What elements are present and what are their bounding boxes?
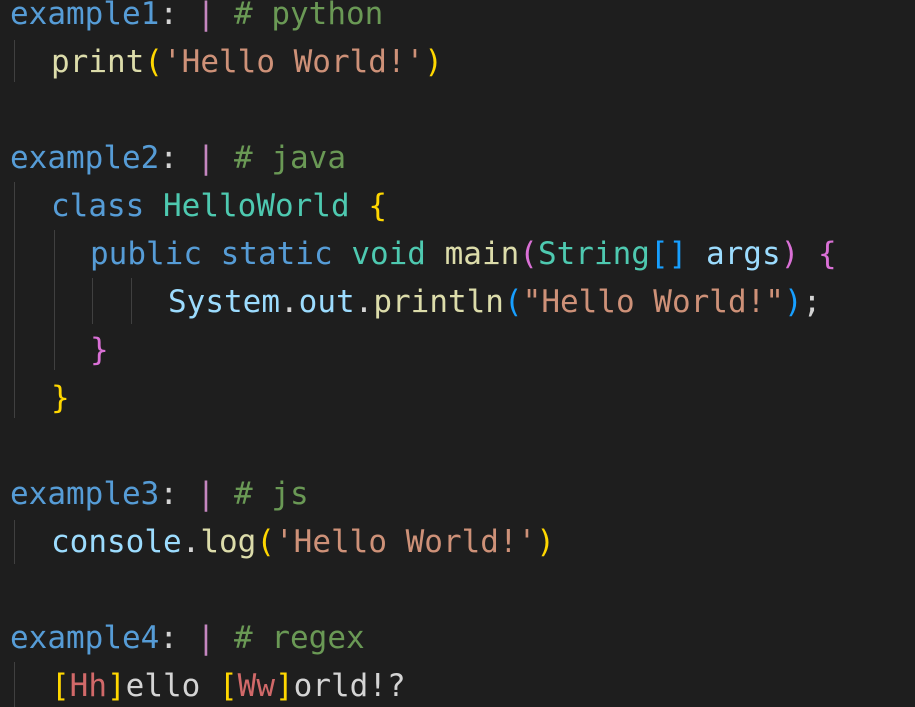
regex-char-class: Ww bbox=[237, 668, 275, 704]
regex-char-class: Hh bbox=[69, 668, 107, 704]
dot: . bbox=[279, 284, 299, 320]
bracket: { bbox=[368, 188, 387, 224]
identifier: System bbox=[168, 284, 280, 320]
code-comment: # python bbox=[234, 0, 384, 32]
type-name: String bbox=[537, 236, 650, 272]
yaml-key: example3 bbox=[10, 476, 160, 512]
string-literal: 'Hello World!' bbox=[275, 524, 537, 560]
yaml-key: example2 bbox=[10, 140, 160, 176]
identifier: console bbox=[51, 524, 182, 560]
yaml-colon: : bbox=[159, 620, 178, 656]
class-name: HelloWorld bbox=[163, 188, 350, 224]
yaml-key: example4 bbox=[10, 620, 160, 656]
keyword: public static bbox=[90, 236, 333, 272]
code-comment: # regex bbox=[234, 620, 365, 656]
code-line-example2-method-close[interactable]: } bbox=[10, 326, 109, 374]
yaml-colon: : bbox=[159, 0, 178, 32]
bracket: ( bbox=[144, 44, 163, 80]
bracket: [ bbox=[219, 668, 238, 704]
yaml-colon: : bbox=[159, 140, 178, 176]
bracket: } bbox=[51, 380, 70, 416]
yaml-key: example1 bbox=[10, 0, 160, 32]
string-literal: 'Hello World!' bbox=[163, 44, 425, 80]
bracket: ] bbox=[275, 668, 294, 704]
function-name: print bbox=[51, 44, 145, 80]
function-name: main bbox=[444, 236, 520, 272]
bracket: ] bbox=[107, 668, 126, 704]
code-line-example2-class[interactable]: class HelloWorld { bbox=[10, 182, 387, 230]
code-line-example4-key[interactable]: example4: | # regex bbox=[10, 614, 365, 662]
bracket: ) bbox=[780, 236, 800, 272]
yaml-block-pipe: | bbox=[196, 476, 216, 512]
keyword: void bbox=[351, 236, 426, 272]
bracket: [ bbox=[51, 668, 70, 704]
dot: . bbox=[354, 284, 374, 320]
code-editor[interactable]: example1: | # python print('Hello World!… bbox=[0, 0, 915, 707]
function-name: log bbox=[200, 524, 257, 560]
code-line-example3-body[interactable]: console.log('Hello World!') bbox=[10, 518, 555, 566]
yaml-colon: : bbox=[159, 476, 178, 512]
keyword: class bbox=[51, 188, 145, 224]
code-line-example1-body[interactable]: print('Hello World!') bbox=[10, 38, 443, 86]
code-line-example2-statement[interactable]: System.out.println("Hello World!"); bbox=[10, 278, 821, 326]
yaml-block-pipe: | bbox=[196, 0, 216, 32]
dot: . bbox=[181, 524, 201, 560]
bracket: ( bbox=[256, 524, 275, 560]
regex-text: orld!? bbox=[293, 668, 406, 704]
code-line-example4-body[interactable]: [Hh]ello [Ww]orld!? bbox=[10, 662, 406, 707]
bracket: } bbox=[90, 332, 109, 368]
bracket: ) bbox=[536, 524, 555, 560]
parameter-name: args bbox=[705, 236, 781, 272]
code-line-example2-method[interactable]: public static void main(String[] args) { bbox=[10, 230, 837, 278]
bracket: [] bbox=[649, 236, 688, 272]
bracket: ) bbox=[424, 44, 443, 80]
string-literal: "Hello World!" bbox=[522, 284, 784, 320]
code-line-example1-key[interactable]: example1: | # python bbox=[10, 0, 383, 38]
identifier: out bbox=[298, 284, 355, 320]
function-name: println bbox=[373, 284, 504, 320]
bracket: ( bbox=[503, 284, 523, 320]
bracket: { bbox=[817, 236, 837, 272]
code-comment: # js bbox=[234, 476, 309, 512]
semicolon: ; bbox=[802, 284, 822, 320]
code-comment: # java bbox=[234, 140, 346, 176]
yaml-block-pipe: | bbox=[196, 620, 216, 656]
code-line-example3-key[interactable]: example3: | # js bbox=[10, 470, 309, 518]
code-line-example2-class-close[interactable]: } bbox=[10, 374, 70, 422]
regex-text: ello bbox=[125, 668, 219, 704]
yaml-block-pipe: | bbox=[196, 140, 216, 176]
bracket: ) bbox=[783, 284, 803, 320]
bracket: ( bbox=[519, 236, 538, 272]
code-line-example2-key[interactable]: example2: | # java bbox=[10, 134, 346, 182]
